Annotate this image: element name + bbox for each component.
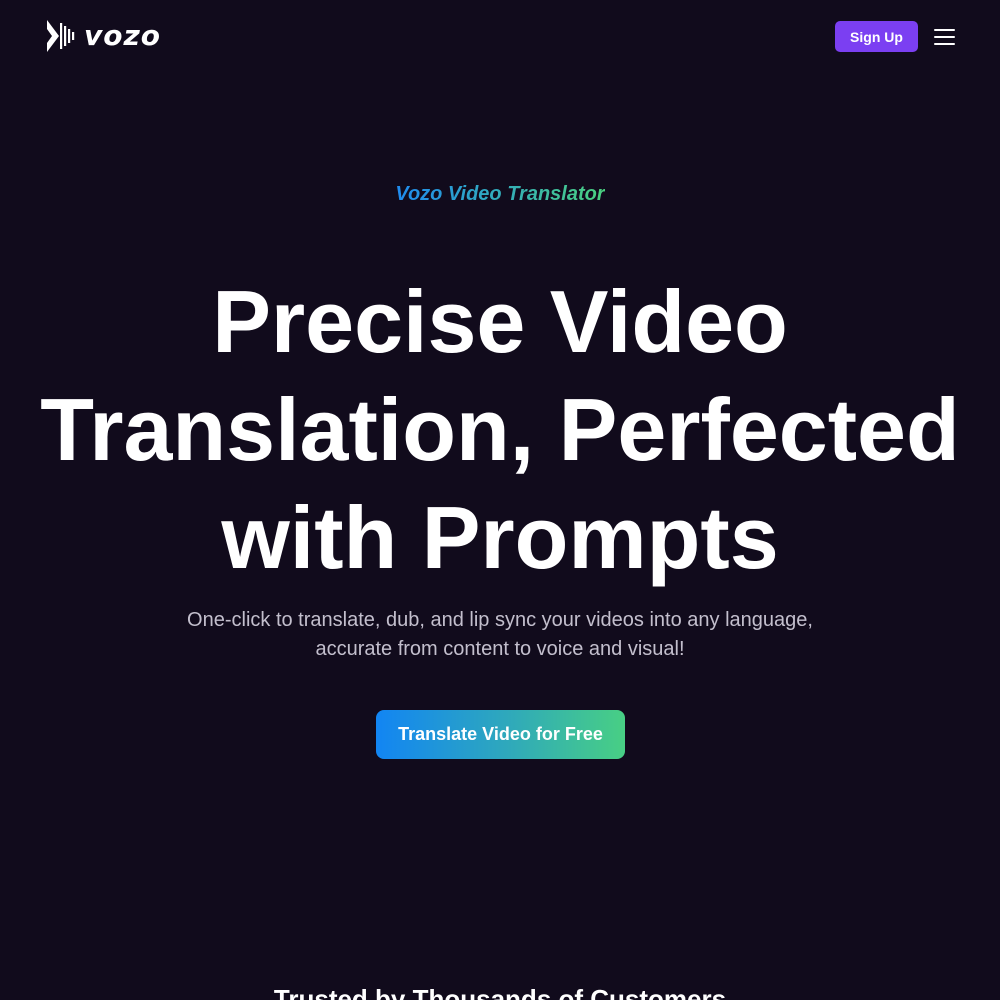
menu-line (934, 36, 955, 38)
subtext-line: accurate from content to voice and visua… (315, 638, 685, 660)
hamburger-menu-icon[interactable] (934, 28, 956, 46)
subtext-line: One-click to translate, dub, and lip syn… (187, 609, 813, 631)
vozo-logo-icon (47, 20, 75, 52)
product-eyebrow-text: Vozo Video Translator (395, 183, 605, 205)
translate-video-cta-button[interactable]: Translate Video for Free (376, 710, 625, 759)
menu-line (934, 29, 955, 31)
menu-line (934, 43, 955, 45)
hero-headline: Precise Video Translation, Perfected wit… (20, 268, 980, 592)
sign-up-button[interactable]: Sign Up (835, 21, 918, 52)
hero-subtext: One-click to translate, dub, and lip syn… (150, 606, 850, 664)
trusted-heading: Trusted by Thousands of Customers (273, 984, 727, 1000)
site-header: vozo Sign Up (0, 0, 1000, 74)
headline-line: Translation, Perfected (40, 380, 960, 479)
landing-page: vozo Sign Up Vozo Video Translator Preci… (0, 0, 1000, 1000)
logo-text: vozo (84, 19, 162, 52)
product-eyebrow: Vozo Video Translator (0, 180, 1000, 208)
headline-line: Precise Video (212, 272, 788, 371)
logo-link[interactable]: vozo (46, 19, 161, 53)
headline-line: with Prompts (221, 488, 779, 587)
